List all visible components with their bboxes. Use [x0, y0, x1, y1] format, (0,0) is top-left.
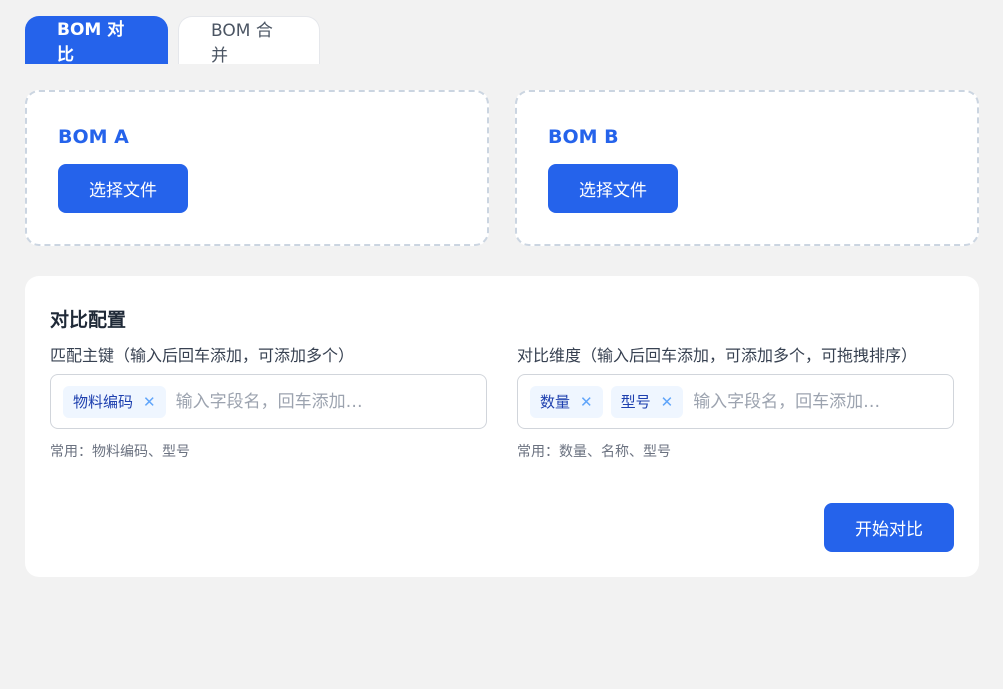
tag-label: 型号	[620, 393, 651, 411]
compare-dimension-tag-input[interactable]: 数量 ✕ 型号 ✕	[517, 374, 954, 429]
tab-bom-compare[interactable]: BOM 对比	[25, 16, 168, 65]
match-key-tag: 物料编码 ✕	[63, 385, 166, 418]
tag-label: 数量	[540, 393, 571, 411]
upload-card-bom-a: BOM A 选择文件	[25, 90, 489, 246]
compare-dimension-field: 对比维度（输入后回车添加，可添加多个，可拖拽排序） 数量 ✕ 型号 ✕ 常用：数…	[517, 344, 954, 461]
close-icon[interactable]: ✕	[580, 393, 593, 411]
upload-title-bom-a: BOM A	[58, 126, 129, 148]
match-key-label: 匹配主键（输入后回车添加，可添加多个）	[50, 346, 355, 365]
compare-dimension-tag: 型号 ✕	[610, 385, 684, 418]
match-key-hint: 常用：物料编码、型号	[50, 444, 190, 460]
compare-dimension-tag: 数量 ✕	[530, 385, 603, 418]
tag-label: 物料编码	[73, 393, 134, 411]
close-icon[interactable]: ✕	[143, 393, 156, 411]
select-file-button-bom-a[interactable]: 选择文件	[58, 164, 188, 213]
select-file-button-bom-b[interactable]: 选择文件	[548, 164, 678, 213]
compare-dimension-label: 对比维度（输入后回车添加，可添加多个，可拖拽排序）	[517, 346, 918, 365]
match-key-input[interactable]	[173, 390, 474, 413]
config-title: 对比配置	[50, 309, 127, 331]
compare-dimension-input[interactable]	[691, 390, 941, 413]
tab-bom-merge[interactable]: BOM 合并	[178, 16, 320, 66]
close-icon[interactable]: ✕	[661, 393, 674, 411]
upload-card-bom-b: BOM B 选择文件	[515, 90, 979, 246]
match-key-field: 匹配主键（输入后回车添加，可添加多个） 物料编码 ✕ 常用：物料编码、型号	[50, 344, 487, 461]
compare-config-card: 对比配置 匹配主键（输入后回车添加，可添加多个） 物料编码 ✕ 常用：物料编码、…	[25, 276, 979, 577]
upload-title-bom-b: BOM B	[548, 126, 619, 148]
tab-bar: BOM 对比 BOM 合并	[25, 16, 320, 66]
match-key-tag-input[interactable]: 物料编码 ✕	[50, 374, 487, 429]
start-compare-button[interactable]: 开始对比	[824, 503, 954, 552]
compare-dimension-hint: 常用：数量、名称、型号	[517, 444, 671, 460]
